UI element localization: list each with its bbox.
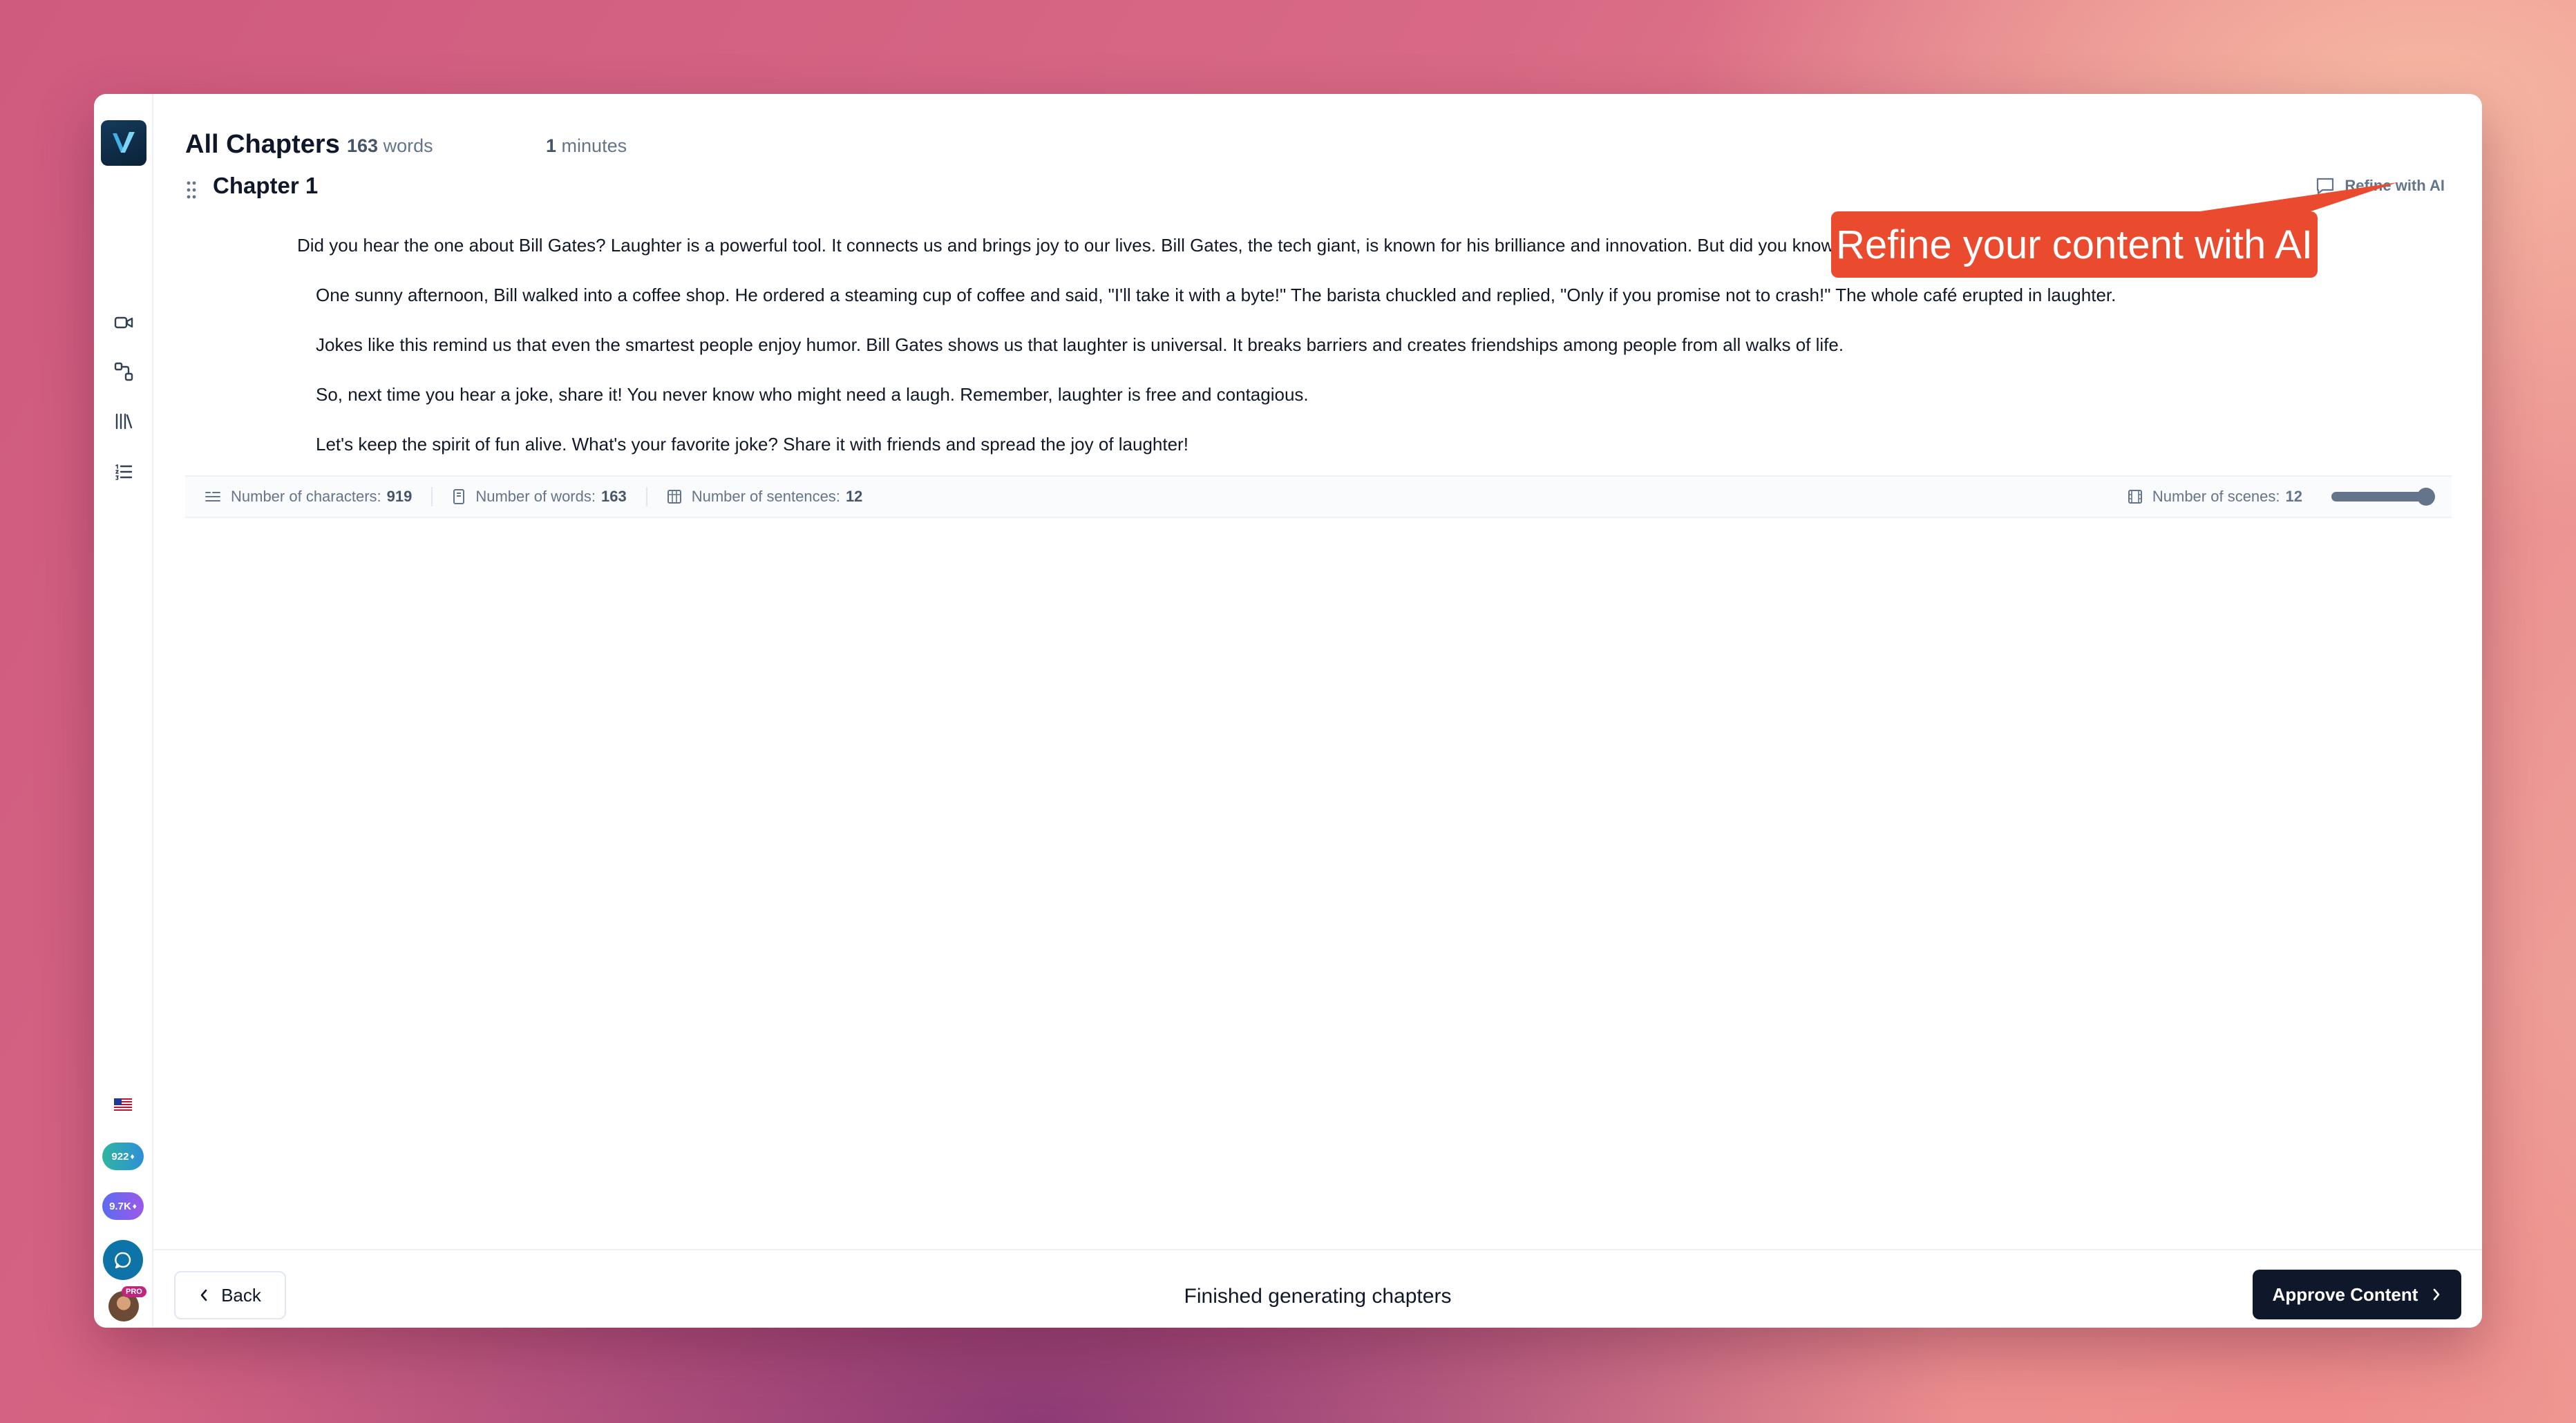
chapter-paragraph[interactable]: Let's keep the spirit of fun alive. What… (316, 434, 1188, 455)
slider-handle[interactable] (2417, 488, 2435, 506)
table-icon (667, 490, 681, 504)
approve-content-button[interactable]: Approve Content (2253, 1270, 2461, 1319)
character-count-value: 919 (386, 488, 413, 505)
footer-bar: Back Finished generating chapters Approv… (153, 1249, 2482, 1328)
book-icon (453, 489, 465, 504)
sentences-count: Number of sentences: 12 (647, 488, 882, 506)
words-count-label: Number of words: (475, 488, 596, 505)
workflow-icon[interactable] (113, 361, 134, 382)
sidebar: 922 ♦ 9.7K ♦ PRO (94, 94, 153, 1328)
credits-count: 922 (111, 1150, 129, 1163)
drag-handle-icon[interactable] (185, 180, 198, 200)
chapter-stats-bar: Number of characters: 919 Number of word… (185, 475, 2452, 518)
chapter-paragraph[interactable]: Jokes like this remind us that even the … (316, 334, 1844, 356)
credits-badge-primary[interactable]: 922 ♦ (102, 1143, 144, 1170)
library-icon[interactable] (113, 411, 134, 432)
scenes-count-label: Number of scenes: (2152, 488, 2280, 505)
chapter-paragraph[interactable]: One sunny afternoon, Bill walked into a … (316, 285, 2116, 306)
character-count: Number of characters: 919 (185, 488, 431, 506)
status-message: Finished generating chapters (1184, 1285, 1452, 1308)
chevron-right-icon (2434, 1288, 2440, 1301)
scenes-control: Number of scenes: 12 (2128, 488, 2452, 506)
pro-badge: PRO (122, 1286, 146, 1297)
reading-time: 1 minutes (546, 135, 627, 157)
app-logo[interactable] (101, 120, 146, 166)
reading-time-unit: minutes (561, 135, 627, 156)
chapter-paragraph[interactable]: Did you hear the one about Bill Gates? L… (297, 235, 1918, 256)
gem-icon: ♦ (132, 1201, 137, 1211)
word-count-value: 163 (347, 135, 379, 156)
page-title: All Chapters (185, 130, 340, 159)
chat-icon (115, 1252, 131, 1269)
logo-icon (113, 132, 135, 153)
list-icon[interactable] (113, 461, 134, 482)
sentences-count-value: 12 (845, 488, 863, 505)
credits-badge-secondary[interactable]: 9.7K ♦ (102, 1192, 144, 1220)
chapter-paragraph[interactable]: So, next time you hear a joke, share it!… (316, 384, 1309, 405)
character-count-label: Number of characters: (231, 488, 381, 505)
video-icon[interactable] (113, 312, 134, 333)
main-content: All Chapters 163 words 1 minutes Chapter… (153, 94, 2482, 1328)
chat-button[interactable] (103, 1240, 143, 1280)
approve-label: Approve Content (2272, 1283, 2418, 1305)
us-flag-icon[interactable] (114, 1098, 132, 1111)
sentences-count-label: Number of sentences: (691, 488, 840, 505)
word-count-unit: words (383, 135, 433, 156)
words-count-value: 163 (600, 488, 627, 505)
scenes-count-value: 12 (2285, 488, 2302, 505)
reading-time-value: 1 (546, 135, 557, 156)
gem-icon: ♦ (130, 1152, 135, 1161)
film-icon (2128, 490, 2142, 504)
word-count: 163 words (347, 135, 433, 157)
words-count: Number of words: 163 (433, 488, 645, 506)
tutorial-callout: Refine your content with AI (1831, 211, 2318, 278)
app-window: 922 ♦ 9.7K ♦ PRO All Chapters 163 words 1 … (94, 94, 2482, 1328)
text-lines-icon (205, 492, 220, 502)
chapter-title[interactable]: Chapter 1 (213, 173, 318, 199)
credits-count: 9.7K (109, 1200, 131, 1212)
scenes-slider[interactable] (2331, 488, 2435, 506)
